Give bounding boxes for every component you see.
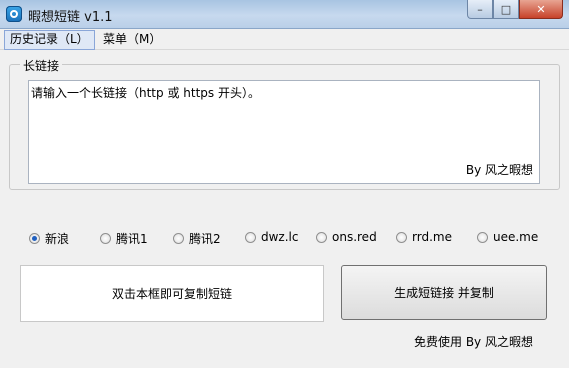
service-radio-rrd[interactable]: rrd.me xyxy=(396,230,452,244)
minimize-button[interactable]: – xyxy=(467,0,493,19)
radio-icon xyxy=(173,233,184,244)
long-link-input[interactable]: 请输入一个长链接（http 或 https 开头）。 By 风之暇想 xyxy=(28,80,540,184)
service-label: 腾讯2 xyxy=(189,232,221,246)
radio-icon xyxy=(245,231,256,243)
service-radio-uee[interactable]: uee.me xyxy=(477,230,538,244)
radio-checked-icon xyxy=(29,233,40,244)
service-label: 新浪 xyxy=(45,232,70,246)
window-controls: – □ ✕ xyxy=(467,0,563,19)
app-window: 暇想短链 v1.1 – □ ✕ 历史记录（L） 菜单（M） 长链接 请输入一个长… xyxy=(0,0,569,368)
generate-label: 生成短链接 并复制 xyxy=(394,286,494,300)
service-radio-dwz[interactable]: dwz.lc xyxy=(245,230,298,244)
service-label: 腾讯1 xyxy=(116,232,148,246)
title-bar[interactable]: 暇想短链 v1.1 – □ ✕ xyxy=(0,0,569,29)
radio-icon xyxy=(396,231,407,243)
radio-icon xyxy=(316,231,327,243)
minimize-icon: – xyxy=(477,2,483,16)
maximize-icon: □ xyxy=(500,2,512,16)
app-logo-icon xyxy=(6,6,22,22)
menu-history[interactable]: 历史记录（L） xyxy=(4,30,95,50)
long-link-placeholder: 请输入一个长链接（http 或 https 开头）。 xyxy=(31,86,260,100)
window-title: 暇想短链 v1.1 xyxy=(28,10,113,25)
service-label: uee.me xyxy=(493,230,539,244)
radio-icon xyxy=(100,233,111,244)
menu-main[interactable]: 菜单（M） xyxy=(98,30,166,48)
output-hint: 双击本框即可复制短链 xyxy=(111,287,232,301)
radio-icon xyxy=(477,231,488,243)
service-radio-tencent1[interactable]: 腾讯1 xyxy=(100,230,148,247)
close-icon: ✕ xyxy=(536,2,546,16)
close-button[interactable]: ✕ xyxy=(519,0,563,19)
long-link-label: 长链接 xyxy=(20,57,63,74)
footer-credit: 免费使用 By 风之暇想 xyxy=(414,335,533,349)
maximize-button[interactable]: □ xyxy=(493,0,519,19)
service-label: rrd.me xyxy=(412,230,452,244)
service-radio-sina[interactable]: 新浪 xyxy=(29,230,69,247)
service-radio-ons[interactable]: ons.red xyxy=(316,230,377,244)
menu-bar: 历史记录（L） 菜单（M） xyxy=(0,29,569,50)
author-signature: By 风之暇想 xyxy=(465,163,533,177)
service-radio-tencent2[interactable]: 腾讯2 xyxy=(173,230,221,247)
service-label: dwz.lc xyxy=(261,230,299,244)
service-label: ons.red xyxy=(332,230,377,244)
short-link-output[interactable]: 双击本框即可复制短链 xyxy=(20,265,324,322)
generate-copy-button[interactable]: 生成短链接 并复制 xyxy=(341,265,547,320)
